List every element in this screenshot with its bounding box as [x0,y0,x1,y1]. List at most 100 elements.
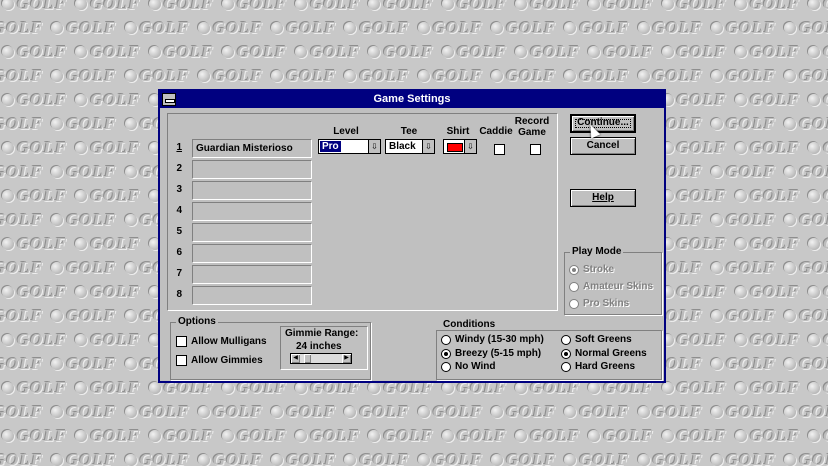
golf-text: GOLF [823,42,828,61]
golf-text: GOLF [725,258,777,277]
help-button[interactable]: Help [570,189,636,207]
golf-text: GOLF [799,210,828,229]
golf-ball-icon [51,310,64,322]
golf-text: GOLF [749,234,801,253]
player-number: 1 [176,142,182,153]
golf-ball-icon [784,310,797,322]
golf-text: GOLF [17,378,68,397]
dropdown-arrow-icon[interactable]: ⇩ [368,140,380,153]
dropdown-arrow-icon[interactable]: ⇩ [464,140,476,153]
windy-radio[interactable] [441,335,451,345]
golf-text: GOLF [799,18,828,37]
golf-ball-icon [2,334,14,346]
cancel-button[interactable]: Cancel [570,137,636,155]
golf-text: GOLF [749,186,801,205]
golf-text: GOLF [725,306,777,325]
golf-text: GOLF [236,42,288,61]
golf-text: GOLF [359,18,410,37]
golf-ball-icon [295,382,308,394]
player-name-field[interactable] [192,223,312,242]
golf-ball-icon [2,46,14,58]
golf-text: GOLF [823,138,828,157]
golf-text: GOLF [652,18,703,37]
player-name-field[interactable] [192,181,312,200]
golf-text: GOLF [90,0,141,13]
golf-text: GOLF [212,66,264,85]
golf-ball-icon [734,94,747,106]
tee-select[interactable]: Black ⇩ [385,139,435,154]
amateur-skins-radio[interactable] [569,282,579,292]
conditions-label: Conditions [441,319,498,330]
golf-ball-icon [2,190,14,202]
golf-ball-icon [514,382,527,394]
golf-text: GOLF [823,330,828,349]
allow-gimmies-checkbox[interactable] [176,355,187,366]
golf-ball-icon [734,286,747,298]
soft-greens-radio[interactable] [561,335,571,345]
golf-ball-icon [221,46,234,58]
golf-ball-icon [197,70,210,82]
pro-skins-radio[interactable] [569,299,579,309]
golf-ball-icon [124,262,137,274]
golf-text: GOLF [529,0,581,13]
no-wind-radio[interactable] [441,362,451,372]
golf-ball-icon [51,22,64,34]
continue-button[interactable]: Continue... [570,114,636,133]
golf-ball-icon [710,262,723,274]
golf-ball-icon [124,310,137,322]
player-name-field[interactable] [192,286,312,305]
golf-ball-icon [2,286,14,298]
scroll-right-icon[interactable]: ▶ [342,354,351,363]
golf-ball-icon [271,70,284,82]
slider-thumb[interactable] [304,354,312,363]
amateur-skins-label: Amateur Skins [583,281,654,292]
golf-text: GOLF [163,0,214,13]
player-name-field[interactable] [192,202,312,221]
golf-text: GOLF [749,426,801,445]
golf-text: GOLF [579,450,630,466]
golf-text: GOLF [432,66,483,85]
golf-ball-icon [734,238,747,250]
golf-ball-icon [490,454,503,466]
golf-text: GOLF [0,66,44,85]
golf-text: GOLF [749,138,801,157]
scroll-left-icon[interactable]: ◀ [291,354,300,363]
level-select[interactable]: Pro ⇩ [318,139,381,154]
background-pattern-row: GOLF GOLF GOLF GOLF GOLF GOLF GOLF GOLF GOLF GOLF… [0,0,828,14]
hard-greens-radio[interactable] [561,362,571,372]
golf-ball-icon [637,406,650,418]
golf-ball-icon [784,214,797,226]
golf-ball-icon [124,454,137,466]
breezy-radio[interactable] [441,349,451,359]
allow-mulligans-checkbox[interactable] [176,336,187,347]
player-name-field[interactable] [192,160,312,179]
golf-text: GOLF [725,162,777,181]
golf-ball-icon [808,0,821,10]
golf-ball-icon [734,46,747,58]
caddie-checkbox[interactable] [494,144,505,155]
cancel-label: Cancel [586,140,620,151]
golf-text: GOLF [603,42,654,61]
golf-text: GOLF [17,0,68,13]
dropdown-arrow-icon[interactable]: ⇩ [422,140,434,153]
golf-ball-icon [417,454,430,466]
player-name-field[interactable] [192,244,312,263]
player-name-field[interactable] [192,265,312,284]
golf-text: GOLF [90,42,141,61]
gimmie-range-slider[interactable]: ◀ ▶ [290,353,352,364]
golf-text: GOLF [163,42,214,61]
player-number: 3 [176,184,182,195]
normal-greens-radio[interactable] [561,349,571,359]
player-name-field[interactable]: Guardian Misterioso [192,139,312,158]
golf-ball-icon [441,46,454,58]
golf-text: GOLF [432,450,483,466]
golf-ball-icon [2,430,14,442]
stroke-radio[interactable] [569,265,579,275]
golf-text: GOLF [676,90,727,109]
shirt-select[interactable]: ⇩ [443,139,477,154]
golf-ball-icon [75,286,88,298]
golf-text: GOLF [456,426,507,445]
record-game-checkbox[interactable] [530,144,541,155]
golf-ball-icon [808,430,821,442]
golf-text: GOLF [579,66,630,85]
